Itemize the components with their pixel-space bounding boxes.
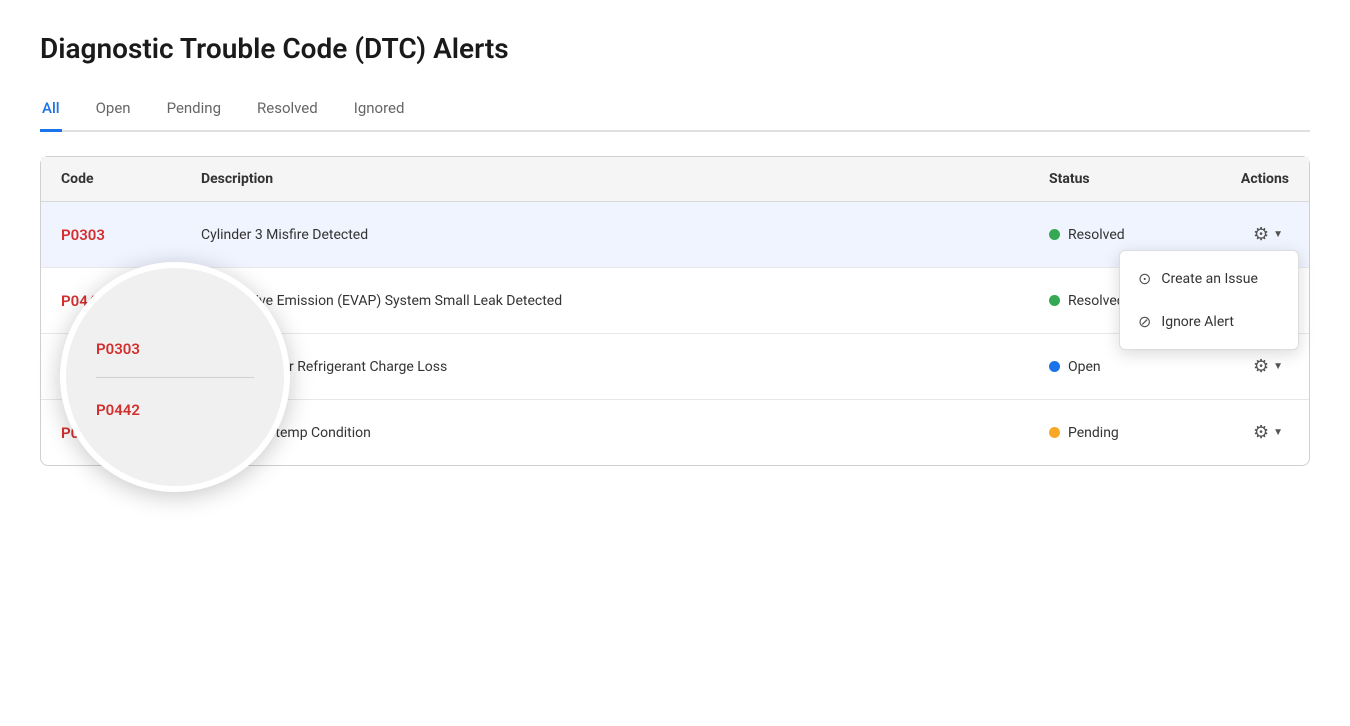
- gear-icon: ⚙: [1253, 224, 1269, 245]
- status-dot-green: [1049, 295, 1060, 306]
- chevron-down-icon: ▼: [1273, 427, 1283, 438]
- actions-gear-button[interactable]: ⚙ ▼: [1247, 418, 1289, 447]
- actions-dropdown-menu: ⊙ Create an Issue ⊘ Ignore Alert: [1119, 250, 1299, 350]
- dtc-code: P0303: [61, 226, 105, 244]
- magnifier-overlay: P0303 P0442: [60, 262, 290, 492]
- ignore-alert-label: Ignore Alert: [1161, 314, 1234, 330]
- status-label: Pending: [1068, 425, 1119, 441]
- chevron-down-icon: ▼: [1273, 361, 1283, 372]
- tab-all[interactable]: All: [40, 89, 62, 132]
- gear-icon: ⚙: [1253, 356, 1269, 377]
- magnifier-row-1: P0303: [96, 317, 254, 378]
- status-label: Resolved: [1068, 227, 1125, 243]
- col-header-actions: Actions: [1189, 157, 1309, 202]
- create-issue-item[interactable]: ⊙ Create an Issue: [1120, 257, 1298, 300]
- magnified-code-1: P0303: [96, 340, 140, 358]
- create-issue-label: Create an Issue: [1161, 271, 1257, 287]
- description-cell: Air Conditioner Refrigerant Charge Loss: [181, 334, 1029, 400]
- status-label: Resolved: [1068, 293, 1125, 309]
- col-header-status: Status: [1029, 157, 1189, 202]
- ignore-alert-item[interactable]: ⊘ Ignore Alert: [1120, 300, 1298, 343]
- page-title: Diagnostic Trouble Code (DTC) Alerts: [40, 32, 1310, 65]
- actions-gear-button[interactable]: ⚙ ▼: [1247, 352, 1289, 381]
- status-dot-yellow: [1049, 427, 1060, 438]
- status-label: Open: [1068, 359, 1101, 375]
- description-cell: Cylinder 3 Misfire Detected: [181, 202, 1029, 268]
- gear-icon: ⚙: [1253, 422, 1269, 443]
- chevron-down-icon: ▼: [1273, 229, 1283, 240]
- magnifier-row-2: P0442: [96, 378, 254, 438]
- create-issue-icon: ⊙: [1138, 269, 1151, 288]
- actions-cell: ⚙ ▼ ⊙ Create an Issue ⊘ Ignore Alert: [1189, 202, 1309, 268]
- status-cell: Pending: [1029, 400, 1189, 466]
- actions-cell: ⚙ ▼: [1189, 400, 1309, 466]
- table-row: P0303 Cylinder 3 Misfire Detected Resolv…: [41, 202, 1309, 268]
- tab-nav: All Open Pending Resolved Ignored: [40, 89, 1310, 132]
- code-cell: P0303: [41, 202, 181, 268]
- tab-ignored[interactable]: Ignored: [352, 89, 407, 132]
- ignore-alert-icon: ⊘: [1138, 312, 1151, 331]
- description-cell: Engine Overtemp Condition: [181, 400, 1029, 466]
- status-dot-blue: [1049, 361, 1060, 372]
- actions-gear-button[interactable]: ⚙ ▼: [1247, 220, 1289, 249]
- tab-pending[interactable]: Pending: [165, 89, 223, 132]
- magnified-code-2: P0442: [96, 401, 140, 419]
- description-cell: Evaporative Emission (EVAP) System Small…: [181, 268, 1029, 334]
- status-dot-green: [1049, 229, 1060, 240]
- col-header-description: Description: [181, 157, 1029, 202]
- col-header-code: Code: [41, 157, 181, 202]
- tab-open[interactable]: Open: [94, 89, 133, 132]
- tab-resolved[interactable]: Resolved: [255, 89, 320, 132]
